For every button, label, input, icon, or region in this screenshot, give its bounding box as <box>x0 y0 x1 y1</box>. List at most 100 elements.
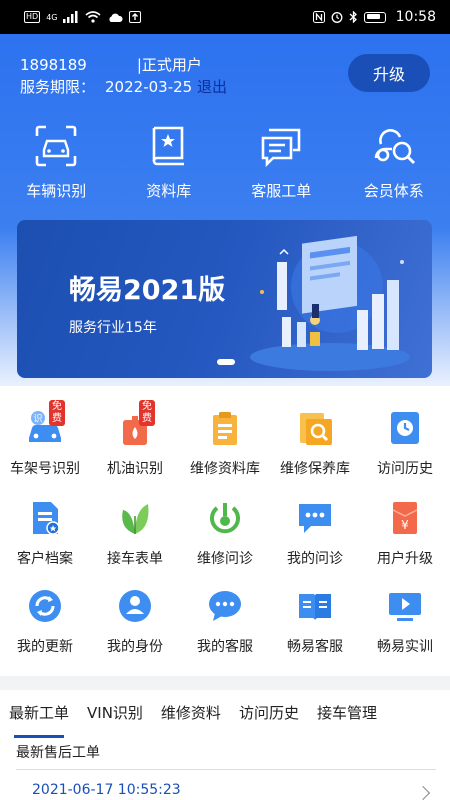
alarm-icon <box>331 12 343 23</box>
user-id: 1898189 <box>20 56 87 74</box>
service-label: 车架号识别 <box>10 461 80 477</box>
top-menu-database[interactable]: 资料库 <box>113 124 226 201</box>
service-label: 我的客服 <box>197 639 253 655</box>
top-menu-label: 车辆识别 <box>26 182 87 200</box>
tab-latest-orders[interactable]: 最新工单 <box>0 690 78 738</box>
banner-page-indicator <box>217 359 235 365</box>
service-label: 畅易实训 <box>377 639 433 655</box>
top-menu-label: 会员体系 <box>363 182 424 200</box>
chat-bubbles-icon <box>261 128 301 168</box>
svg-text:¥: ¥ <box>401 518 409 532</box>
tab-visit-history[interactable]: 访问历史 <box>230 690 308 738</box>
service-maintenance-database[interactable]: 维修保养库 <box>270 408 360 478</box>
services-grid: 识 免费 车架号识别 免费 机油识别 维修资料库 维修保养库 访问历史 客户档案… <box>0 386 450 676</box>
service-repair-consultation[interactable]: 维修问诊 <box>180 498 270 568</box>
service-vin-recognition[interactable]: 识 免费 车架号识别 <box>0 400 90 478</box>
service-label: 维修资料库 <box>190 461 260 477</box>
magnifier-doc-icon <box>300 413 332 445</box>
services-row: 客户档案 接车表单 维修问诊 我的问诊 ¥ 用户升级 <box>0 498 450 568</box>
top-menu-service-ticket[interactable]: 客服工单 <box>225 124 338 201</box>
refresh-icon <box>29 590 61 622</box>
service-visit-history[interactable]: 访问历史 <box>360 408 450 478</box>
service-label: 维修问诊 <box>197 551 253 567</box>
top-menu: 车辆识别 资料库 客服工单 会员体系 <box>0 124 450 201</box>
power-check-icon <box>210 503 240 534</box>
service-label: 畅易客服 <box>287 639 343 655</box>
banner-illustration <box>250 235 410 371</box>
service-my-identity[interactable]: 我的身份 <box>90 586 180 656</box>
nfc-icon <box>312 11 325 23</box>
tab-repair-data[interactable]: 维修资料 <box>152 690 230 738</box>
top-menu-vehicle-recognition[interactable]: 车辆识别 <box>0 124 113 201</box>
section-title: 最新售后工单 <box>16 745 100 761</box>
upload-icon <box>129 11 142 23</box>
services-row: 识 免费 车架号识别 免费 机油识别 维修资料库 维修保养库 访问历史 <box>0 400 450 478</box>
service-label: 用户升级 <box>377 551 433 567</box>
service-changyi-training[interactable]: 畅易实训 <box>360 586 450 656</box>
bluetooth-icon <box>349 11 357 23</box>
message-dots-icon <box>299 504 331 533</box>
network-type: 4G <box>46 12 58 22</box>
service-repair-database[interactable]: 维修资料库 <box>180 408 270 478</box>
expire-date: 2022-03-25 <box>105 78 193 96</box>
user-circle-icon <box>119 590 151 622</box>
member-search-icon <box>374 129 415 165</box>
work-order-list: 最新售后工单 2021-06-17 10:55:23 <box>0 738 450 800</box>
service-oil-recognition[interactable]: 免费 机油识别 <box>90 400 180 478</box>
car-scan-icon <box>35 125 77 167</box>
clipboard-icon <box>213 412 237 445</box>
user-info: 1898189 |正式用户 服务期限： 2022-03-25 退出 <box>20 54 227 98</box>
book-star-icon <box>152 126 184 166</box>
service-label: 我的问诊 <box>287 551 343 567</box>
cloud-icon <box>109 13 124 22</box>
service-label: 访问历史 <box>377 461 433 477</box>
free-badge: 免费 <box>139 400 155 426</box>
expire-label: 服务期限： <box>20 78 96 96</box>
service-label: 我的身份 <box>107 639 163 655</box>
status-bar: HD 4G 10:58 <box>0 0 450 34</box>
banner-subtitle: 服务行业15年 <box>69 320 157 336</box>
tab-bar: 最新工单 VIN识别 维修资料 访问历史 接车管理 <box>0 690 450 738</box>
signal-icon <box>63 11 78 23</box>
upgrade-button[interactable]: 升级 <box>348 54 430 92</box>
status-right: 10:58 <box>312 9 436 25</box>
service-changyi-support[interactable]: 畅易客服 <box>270 586 360 656</box>
work-order-time[interactable]: 2021-06-17 10:55:23 <box>32 782 181 798</box>
hd-badge: HD <box>24 11 41 23</box>
service-reception-form[interactable]: 接车表单 <box>90 498 180 568</box>
video-play-icon <box>389 593 421 621</box>
service-label: 维修保养库 <box>280 461 350 477</box>
user-type: |正式用户 <box>136 56 202 74</box>
service-label: 机油识别 <box>107 461 163 477</box>
hero-header: 1898189 |正式用户 服务期限： 2022-03-25 退出 升级 车辆识… <box>0 34 450 386</box>
customer-file-icon <box>33 502 60 535</box>
service-label: 客户档案 <box>17 551 73 567</box>
divider <box>16 769 436 770</box>
battery-icon <box>363 11 386 23</box>
tab-reception-management[interactable]: 接车管理 <box>308 690 386 738</box>
open-book-icon <box>299 594 331 620</box>
tab-vin-recognition[interactable]: VIN识别 <box>78 690 152 738</box>
leaf-icon <box>122 504 149 534</box>
service-customer-file[interactable]: 客户档案 <box>0 498 90 568</box>
yen-envelope-icon: ¥ <box>392 502 418 534</box>
logout-link[interactable]: 退出 <box>197 78 227 96</box>
status-time: 10:58 <box>395 9 436 25</box>
service-label: 我的更新 <box>17 639 73 655</box>
banner-title: 畅易2021版 <box>69 275 226 306</box>
chevron-right-icon[interactable] <box>415 785 431 800</box>
service-label: 接车表单 <box>107 551 163 567</box>
history-icon <box>391 412 419 444</box>
status-left: HD 4G <box>24 11 142 23</box>
service-my-updates[interactable]: 我的更新 <box>0 586 90 656</box>
wifi-icon <box>85 11 102 23</box>
svg-text:识: 识 <box>33 414 42 425</box>
promo-banner[interactable]: 畅易2021版 服务行业15年 <box>17 220 432 378</box>
service-my-support[interactable]: 我的客服 <box>180 586 270 656</box>
service-my-consultation[interactable]: 我的问诊 <box>270 498 360 568</box>
free-badge: 免费 <box>49 400 65 426</box>
chat-bubble-icon <box>209 591 241 621</box>
service-user-upgrade[interactable]: ¥ 用户升级 <box>360 498 450 568</box>
top-menu-membership[interactable]: 会员体系 <box>338 124 450 201</box>
top-menu-label: 客服工单 <box>251 182 312 200</box>
